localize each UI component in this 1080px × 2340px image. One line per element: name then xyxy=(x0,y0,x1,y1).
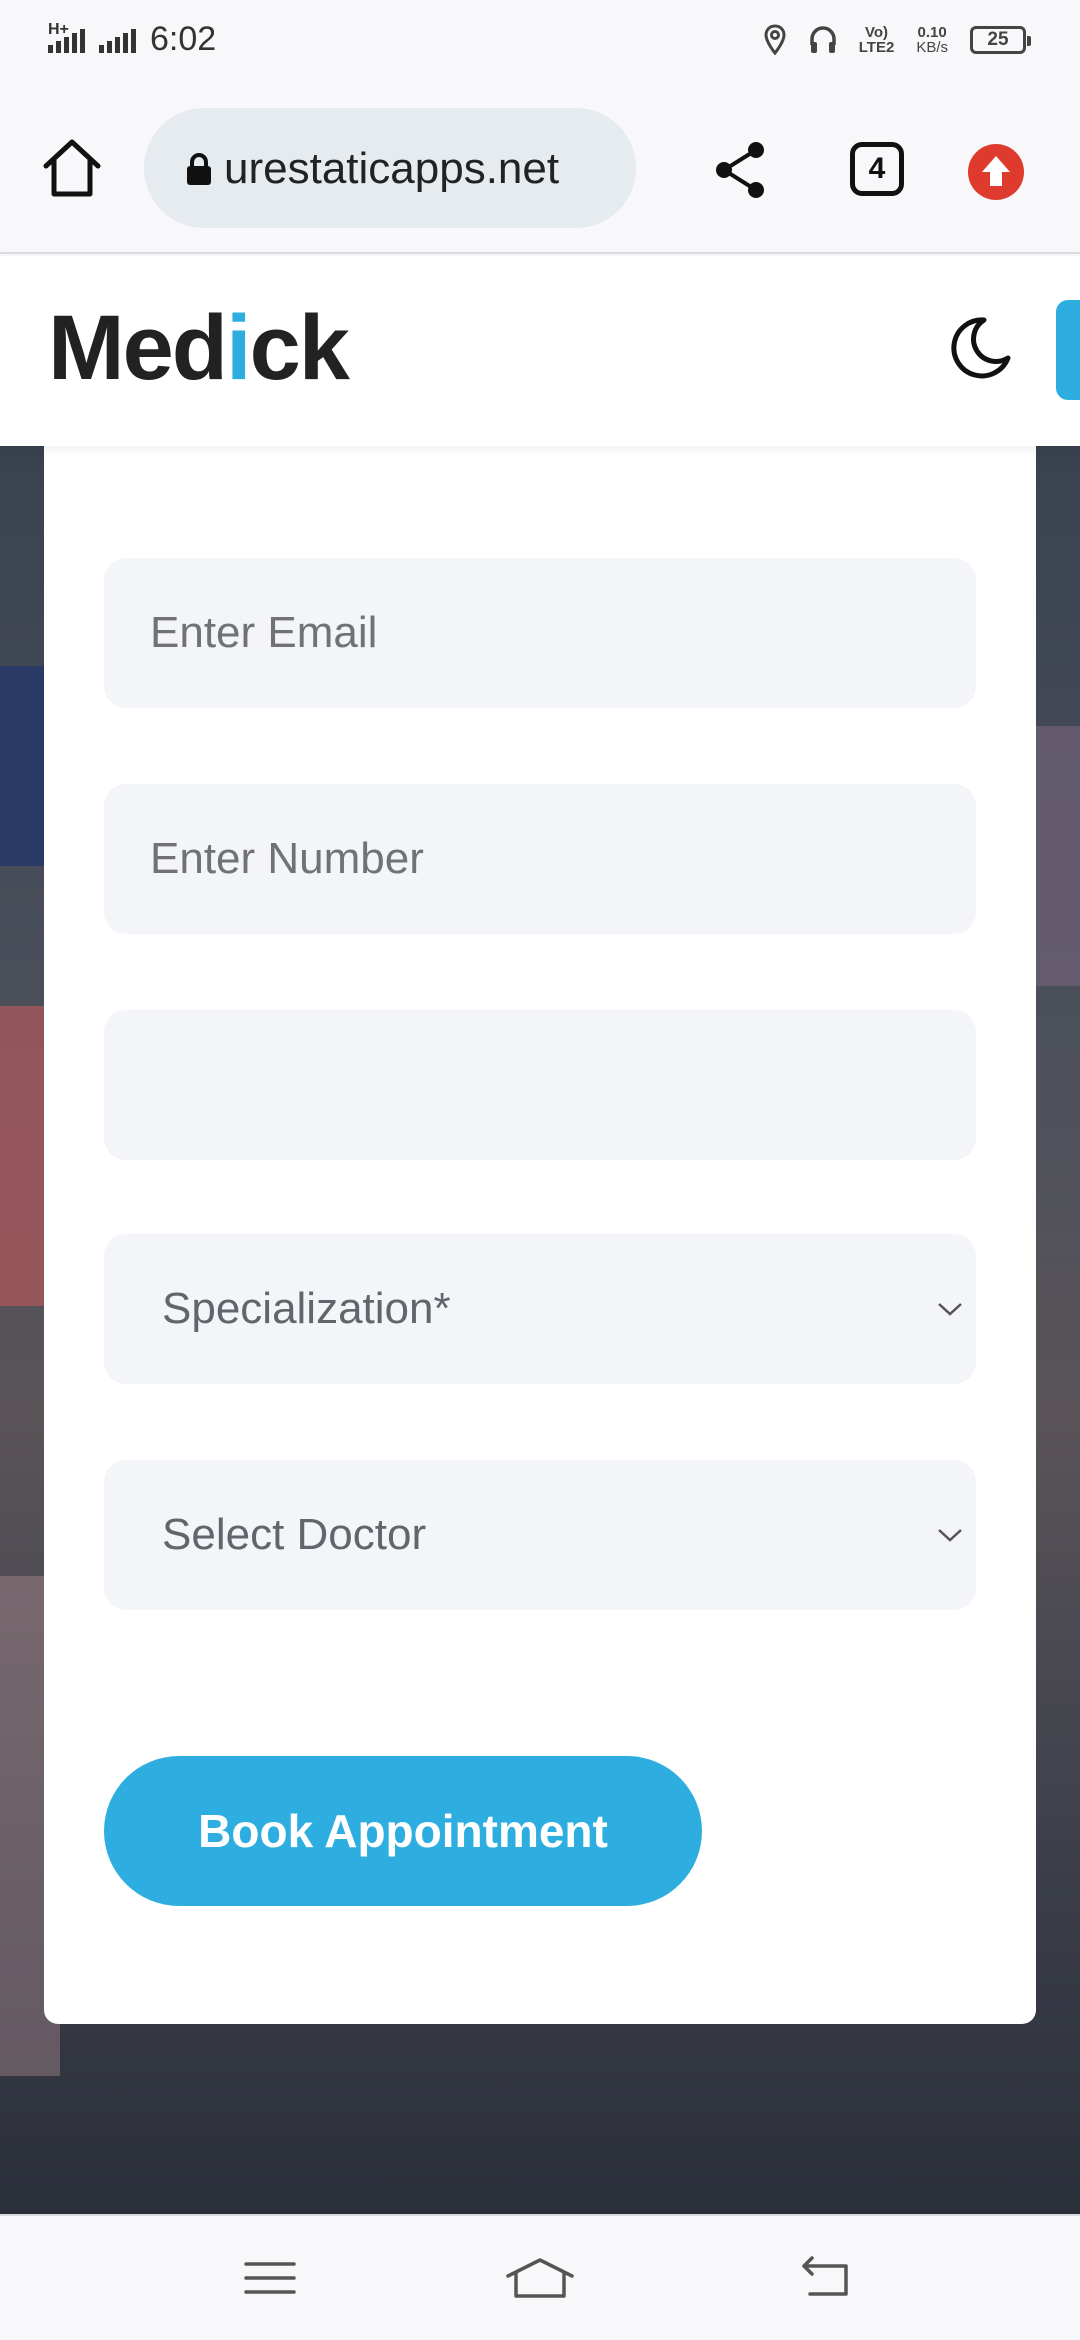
dark-mode-toggle-icon[interactable] xyxy=(944,314,1014,384)
battery-icon: 25 xyxy=(970,26,1031,54)
lock-icon xyxy=(187,153,211,185)
home-icon[interactable] xyxy=(40,136,104,200)
specialization-select[interactable]: Specialization* xyxy=(104,1234,976,1384)
home-nav-icon[interactable] xyxy=(504,2252,576,2304)
chevron-down-icon xyxy=(938,1303,962,1316)
back-icon[interactable] xyxy=(796,2252,856,2304)
logo-suffix: ck xyxy=(249,297,350,399)
status-bar: H+ 6:02 Vo) LTE2 0.10 KB/s 25 xyxy=(0,0,1080,86)
volte-label: Vo) xyxy=(865,24,889,41)
number-placeholder: Enter Number xyxy=(150,834,424,883)
share-icon[interactable] xyxy=(712,140,768,200)
chevron-down-icon xyxy=(938,1529,962,1542)
appointment-form-card: Enter Email Enter Number Specialization*… xyxy=(44,340,1036,2024)
location-icon xyxy=(764,24,786,56)
headphones-icon xyxy=(810,26,836,53)
date-field[interactable] xyxy=(104,1010,976,1160)
doctor-value: Select Doctor xyxy=(162,1510,427,1559)
email-placeholder: Enter Email xyxy=(150,608,378,657)
logo-accent: i xyxy=(226,297,252,399)
specialization-value: Specialization* xyxy=(162,1284,451,1333)
status-right: Vo) LTE2 0.10 KB/s 25 xyxy=(763,24,1031,56)
book-appointment-button[interactable]: Book Appointment xyxy=(104,1756,702,1906)
email-field[interactable]: Enter Email xyxy=(104,558,976,708)
doctor-select[interactable]: Select Doctor xyxy=(104,1460,976,1610)
mobile-signal-icon: H+ xyxy=(48,21,85,53)
signal-strength-icon xyxy=(99,27,136,53)
browser-toolbar: urestaticapps.net 4 xyxy=(0,86,1080,254)
tab-count: 4 xyxy=(868,152,886,185)
address-bar[interactable]: urestaticapps.net xyxy=(144,108,636,228)
site-header: Medick xyxy=(0,256,1080,446)
system-navigation-bar xyxy=(0,2214,1080,2340)
network-type-label: H+ xyxy=(48,20,69,38)
tab-switcher-button[interactable]: 4 xyxy=(850,142,904,196)
phone-number-field[interactable]: Enter Number xyxy=(104,784,976,934)
menu-icon[interactable] xyxy=(240,2252,300,2304)
network-speed: 0.10 KB/s xyxy=(916,25,948,55)
arrow-up-icon xyxy=(982,156,1010,186)
speed-value: 0.10 xyxy=(917,24,947,41)
clock: 6:02 xyxy=(150,20,217,58)
battery-level: 25 xyxy=(987,29,1009,50)
url-text: urestaticapps.net xyxy=(224,144,560,193)
volte-indicator: Vo) LTE2 xyxy=(859,25,895,55)
site-logo[interactable]: Medick xyxy=(48,296,350,401)
speed-unit: KB/s xyxy=(916,39,948,56)
status-left: H+ 6:02 xyxy=(48,20,216,59)
lte-label: LTE2 xyxy=(858,39,895,56)
menu-toggle-button[interactable] xyxy=(1056,300,1080,400)
logo-prefix: Med xyxy=(48,297,228,399)
update-button[interactable] xyxy=(968,144,1024,200)
